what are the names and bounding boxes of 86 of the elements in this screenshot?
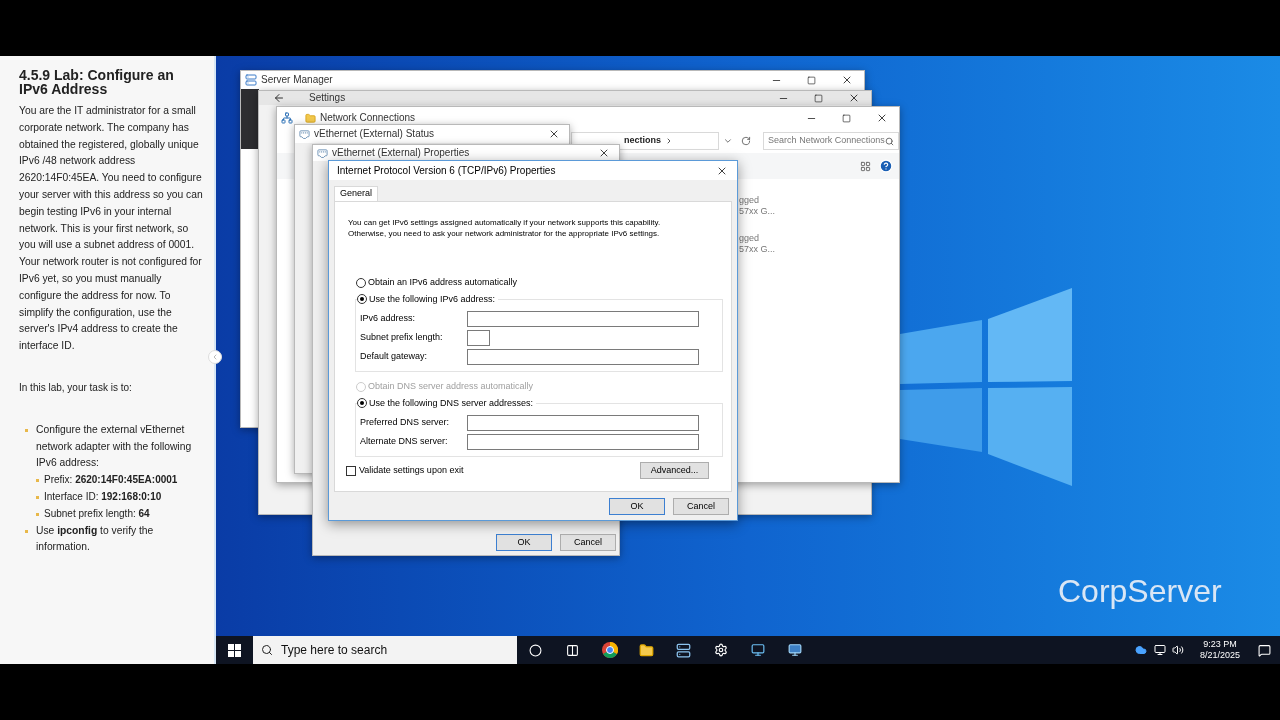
task-subitem: Interface ID: 192:168:0:10 <box>44 489 162 504</box>
gear-icon <box>713 643 728 657</box>
adapter-name: 57xx G... <box>739 244 776 255</box>
dialog-title: Internet Protocol Version 6 (TCP/IPv6) Properties <box>337 164 556 178</box>
dialog-button[interactable]: Cancel <box>673 498 729 515</box>
bullet-icon <box>25 428 28 432</box>
field-label: Subnet prefix length: <box>360 330 444 344</box>
volume-icon <box>1172 644 1184 656</box>
collapse-handle[interactable] <box>208 350 222 364</box>
navigation-strip <box>241 89 259 149</box>
search-field[interactable]: Type here to search <box>253 636 517 664</box>
dropdown-icon <box>723 136 734 146</box>
view-options-icon <box>860 160 871 172</box>
connection-status: gged <box>739 233 761 244</box>
cloud-icon <box>1135 644 1147 656</box>
search-icon <box>261 644 273 656</box>
text-field[interactable] <box>467 433 699 450</box>
option-label: Obtain an IPv6 address automatically <box>368 276 518 289</box>
window-title: Server Manager <box>261 74 333 86</box>
monitor-icon <box>750 643 765 657</box>
option-label: Obtain DNS server address automatically <box>368 380 534 393</box>
window-title: Settings <box>309 92 346 104</box>
window-title: vEthernet (External) Status <box>314 128 435 140</box>
back-arrow-icon <box>273 92 285 104</box>
server-icon <box>245 74 257 86</box>
task-subitem: Subnet prefix length: 64 <box>44 506 150 521</box>
connection-status: gged <box>739 195 761 206</box>
radio-button[interactable] <box>357 398 367 409</box>
advanced-button[interactable]: Advanced... <box>640 462 709 479</box>
task-intro: In this lab, your task is to: <box>19 380 133 395</box>
lesson-paragraph: You are the IT administrator for a small corporate network. The company has obtained the registered, globally unique IPv6 /48 network address 2620:14F0:45EA. You need to configure your server with this address so you can begin testing IPv6 in your internal network. This is your first network, so you will use a subnet address of 0001. Your network router is not configured for IPv6 yet, so you must manually configure the address for now. To simplify the configuration, use the server's IPv4 address to create the interface ID. <box>19 104 204 354</box>
field-label: Alternate DNS server: <box>360 434 449 448</box>
folder-icon <box>305 112 316 124</box>
close-icon <box>598 147 610 159</box>
task-subitem: Prefix: 2620:14F0:45EA:0001 <box>44 473 178 488</box>
option-label: Use the following DNS server addresses: <box>369 396 534 410</box>
folder-icon <box>639 642 654 658</box>
lesson-title: 4.5.9 Lab: Configure an IPv6 Address <box>19 68 175 96</box>
option-label: Use the following IPv6 address: <box>369 292 496 306</box>
search-icon <box>885 136 894 146</box>
task-view-icon <box>566 643 579 657</box>
field-label: Default gateway: <box>360 349 429 363</box>
search-field[interactable]: Search Network Connections <box>763 132 899 150</box>
close-icon <box>548 128 560 140</box>
dialog-button[interactable]: Cancel <box>560 534 616 551</box>
circle-icon <box>529 643 542 657</box>
maximize-icon <box>842 113 851 123</box>
window-title: vEthernet (External) Properties <box>332 147 470 159</box>
window-title: Network Connections <box>320 112 416 124</box>
notifications-icon <box>1257 643 1271 657</box>
intro-text: You can get IPv6 settings assigned automatically if your network supports this capability. Otherwise, you need to ask your network administrator for the appropriate IPv6 settings. <box>348 217 661 239</box>
bullet-icon <box>25 529 28 533</box>
tab[interactable]: General <box>334 186 379 201</box>
windows-logo-icon <box>228 643 241 657</box>
browser-icon <box>601 642 618 658</box>
adapter-name: 57xx G... <box>739 206 776 217</box>
server-icon <box>676 642 691 658</box>
dialog-button[interactable]: OK <box>496 534 552 551</box>
checkbox[interactable] <box>346 465 356 476</box>
bullet-icon <box>36 512 39 516</box>
task-item: Use ipconfig to verify the information. <box>36 523 155 555</box>
text-field[interactable] <box>467 414 699 431</box>
checkbox-label: Validate settings upon exit <box>359 463 464 477</box>
bullet-icon <box>36 495 39 499</box>
adapter-icon <box>317 147 328 159</box>
network-icon <box>281 112 293 124</box>
chevron-right-icon <box>665 137 673 145</box>
help-icon <box>879 159 893 173</box>
text-field[interactable] <box>467 329 490 346</box>
refresh-icon <box>741 136 752 146</box>
clock-time: 9:23 PM <box>1203 639 1237 650</box>
radio-button[interactable] <box>356 277 366 288</box>
text-field[interactable] <box>467 310 699 327</box>
bullet-icon <box>36 479 39 483</box>
chevron-left-icon <box>211 353 219 361</box>
monitor-icon <box>787 643 802 657</box>
task-item: Configure the external vEthernet network adapter with the following IPv6 address: <box>36 422 193 471</box>
text-field[interactable] <box>467 348 699 365</box>
network-icon <box>1154 644 1166 656</box>
desktop-label: CorpServer <box>1058 572 1222 611</box>
clock-date: 8/21/2025 <box>1199 650 1240 661</box>
dialog-button[interactable]: OK <box>609 498 665 515</box>
adapter-icon <box>299 128 310 140</box>
field-label: IPv6 address: <box>360 311 417 325</box>
radio-button[interactable] <box>357 294 367 305</box>
field-label: Preferred DNS server: <box>360 415 451 429</box>
